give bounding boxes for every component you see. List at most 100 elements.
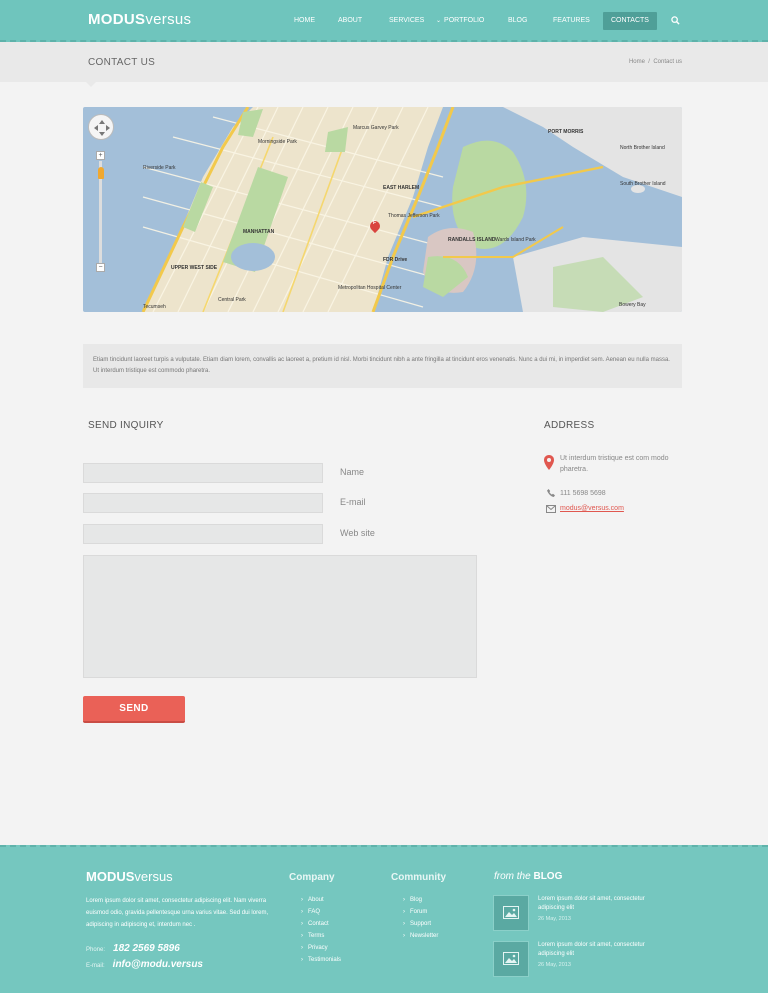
- zoom-out-button[interactable]: −: [96, 263, 105, 272]
- footer-link-newsletter[interactable]: › Newsletter: [403, 933, 438, 939]
- footer-email-value[interactable]: info@modu.versus: [113, 959, 203, 970]
- nav-about[interactable]: ABOUT: [338, 12, 362, 30]
- chevron-right-icon: ›: [403, 933, 405, 939]
- footer-link-label: Contact: [308, 921, 329, 927]
- map-label-north-brother: North Brother Island: [620, 145, 665, 151]
- blog-post-thumbnail[interactable]: [493, 895, 529, 931]
- phone-icon: [547, 489, 555, 497]
- breadcrumb-home[interactable]: Home: [629, 59, 645, 65]
- envelope-icon: [546, 505, 556, 513]
- map-label-tecumseh: Tecumseh: [143, 304, 166, 310]
- map-label-randalls-island: RANDALLS ISLAND: [448, 237, 496, 243]
- street-view-icon[interactable]: [98, 167, 104, 179]
- breadcrumb-current: Contact us: [653, 59, 682, 65]
- website-label: Web site: [340, 528, 375, 538]
- footer-link-testimonials[interactable]: › Testimonials: [301, 957, 341, 963]
- address-email-link[interactable]: modus@versus.com: [560, 503, 672, 514]
- nav-portfolio-label: PORTFOLIO: [444, 17, 485, 24]
- footer-link-label: FAQ: [308, 909, 321, 915]
- footer-link-contact[interactable]: › Contact: [301, 921, 329, 927]
- nav-contacts[interactable]: CONTACTS: [603, 12, 657, 30]
- footer-link-terms[interactable]: › Terms: [301, 933, 324, 939]
- footer-link-label: Forum: [410, 909, 428, 915]
- footer-link-label: Terms: [308, 933, 325, 939]
- main-nav: HOME ABOUT SERVICES ⌄ PORTFOLIO BLOG FEAT…: [0, 12, 768, 30]
- search-icon[interactable]: [671, 16, 680, 25]
- footer-blog-title: from the BLOG: [494, 871, 562, 882]
- footer-link-blog[interactable]: › Blog: [403, 897, 422, 903]
- breadcrumb-separator: /: [648, 59, 650, 65]
- map-pan-control[interactable]: [88, 114, 114, 140]
- footer-logo[interactable]: MODUSversus: [86, 869, 173, 884]
- chevron-right-icon: ›: [403, 897, 405, 903]
- footer-company-title: Company: [289, 872, 335, 883]
- footer-link-forum[interactable]: › Forum: [403, 909, 427, 915]
- website-field[interactable]: [83, 524, 323, 544]
- breadcrumb: Home / Contact us: [629, 59, 682, 65]
- map-label-riverside-park: Riverside Park: [143, 165, 176, 171]
- message-textarea[interactable]: [83, 555, 477, 678]
- footer-link-label: Privacy: [308, 945, 328, 951]
- footer-link-privacy[interactable]: › Privacy: [301, 945, 328, 951]
- footer-blog-prefix: from the: [494, 871, 531, 882]
- map-label-south-brother: South Brother Island: [620, 181, 666, 187]
- blog-post-date: 26 May, 2013: [538, 916, 571, 922]
- location-map[interactable]: MANHATTAN UPPER WEST SIDE EAST HARLEM RA…: [83, 107, 682, 312]
- footer-link-faq[interactable]: › FAQ: [301, 909, 320, 915]
- image-icon: [503, 906, 519, 919]
- footer: MODUSversus Lorem ipsum dolor sit amet, …: [0, 845, 768, 993]
- blog-post-title[interactable]: Lorem ipsum dolor sit amet, consectetur …: [538, 941, 673, 959]
- chevron-right-icon: ›: [301, 933, 303, 939]
- map-pin-icon: [544, 455, 554, 470]
- footer-link-label: Newsletter: [410, 933, 439, 939]
- top-navigation-bar: MODUSversus HOME ABOUT SERVICES ⌄ PORTFOL…: [0, 0, 768, 42]
- map-label-jefferson-park: Thomas Jefferson Park: [388, 213, 440, 219]
- zoom-in-button[interactable]: +: [96, 151, 105, 160]
- map-label-east-harlem: EAST HARLEM: [383, 185, 420, 191]
- footer-phone-value: 182 2569 5896: [113, 943, 180, 954]
- map-tiles: [141, 107, 682, 312]
- footer-link-about[interactable]: › About: [301, 897, 324, 903]
- footer-about-text: Lorem ipsum dolor sit amet, consectetur …: [86, 898, 269, 928]
- footer-email-label: E-mail:: [86, 963, 105, 969]
- map-label-wards-island-park: Wards Island Park: [495, 237, 536, 243]
- footer-blog-word: BLOG: [533, 871, 563, 882]
- nav-blog[interactable]: BLOG: [508, 12, 527, 30]
- nav-features[interactable]: FEATURES: [553, 12, 590, 30]
- footer-link-label: About: [308, 897, 324, 903]
- contact-intro-box: Etiam tincidunt laoreet turpis a vulputa…: [83, 344, 682, 388]
- send-button[interactable]: SEND: [83, 696, 185, 723]
- title-bar-notch: [86, 82, 96, 87]
- map-marker-letter: F: [373, 220, 377, 226]
- nav-services[interactable]: SERVICES: [389, 12, 424, 30]
- map-zoom-control: + −: [96, 151, 106, 273]
- image-icon: [503, 952, 519, 965]
- map-label-upper-west-side: UPPER WEST SIDE: [171, 265, 218, 271]
- map-label-port-morris: PORT MORRIS: [548, 129, 584, 135]
- footer-link-label: Testimonials: [308, 957, 342, 963]
- footer-phone-row: Phone: 182 2569 5896: [86, 943, 180, 954]
- footer-logo-bold: MODUS: [86, 869, 135, 884]
- map-label-morningside: Morningside Park: [258, 139, 297, 145]
- map-label-fdr-drive: FDR Drive: [383, 257, 408, 263]
- chevron-right-icon: ›: [301, 897, 303, 903]
- footer-email-row: E-mail: info@modu.versus: [86, 959, 203, 970]
- name-field[interactable]: [83, 463, 323, 483]
- chevron-right-icon: ›: [301, 921, 303, 927]
- footer-phone-label: Phone:: [86, 947, 106, 953]
- send-inquiry-title: SEND INQUIRY: [88, 420, 164, 431]
- map-label-marcus-garvey: Marcus Garvey Park: [353, 125, 399, 131]
- contact-intro-text: Etiam tincidunt laoreet turpis a vulputa…: [93, 357, 670, 374]
- blog-post-date: 26 May, 2013: [538, 962, 571, 968]
- chevron-right-icon: ›: [403, 909, 405, 915]
- footer-link-support[interactable]: › Support: [403, 921, 431, 927]
- nav-home[interactable]: HOME: [294, 12, 315, 30]
- name-label: Name: [340, 467, 365, 477]
- blog-post-thumbnail[interactable]: [493, 941, 529, 977]
- nav-portfolio[interactable]: ⌄ PORTFOLIO: [436, 12, 484, 30]
- map-label-manhattan: MANHATTAN: [243, 229, 275, 235]
- email-field[interactable]: [83, 493, 323, 513]
- footer-link-label: Blog: [410, 897, 423, 903]
- chevron-down-icon: ⌄: [436, 18, 442, 24]
- blog-post-title[interactable]: Lorem ipsum dolor sit amet, consectetur …: [538, 895, 673, 913]
